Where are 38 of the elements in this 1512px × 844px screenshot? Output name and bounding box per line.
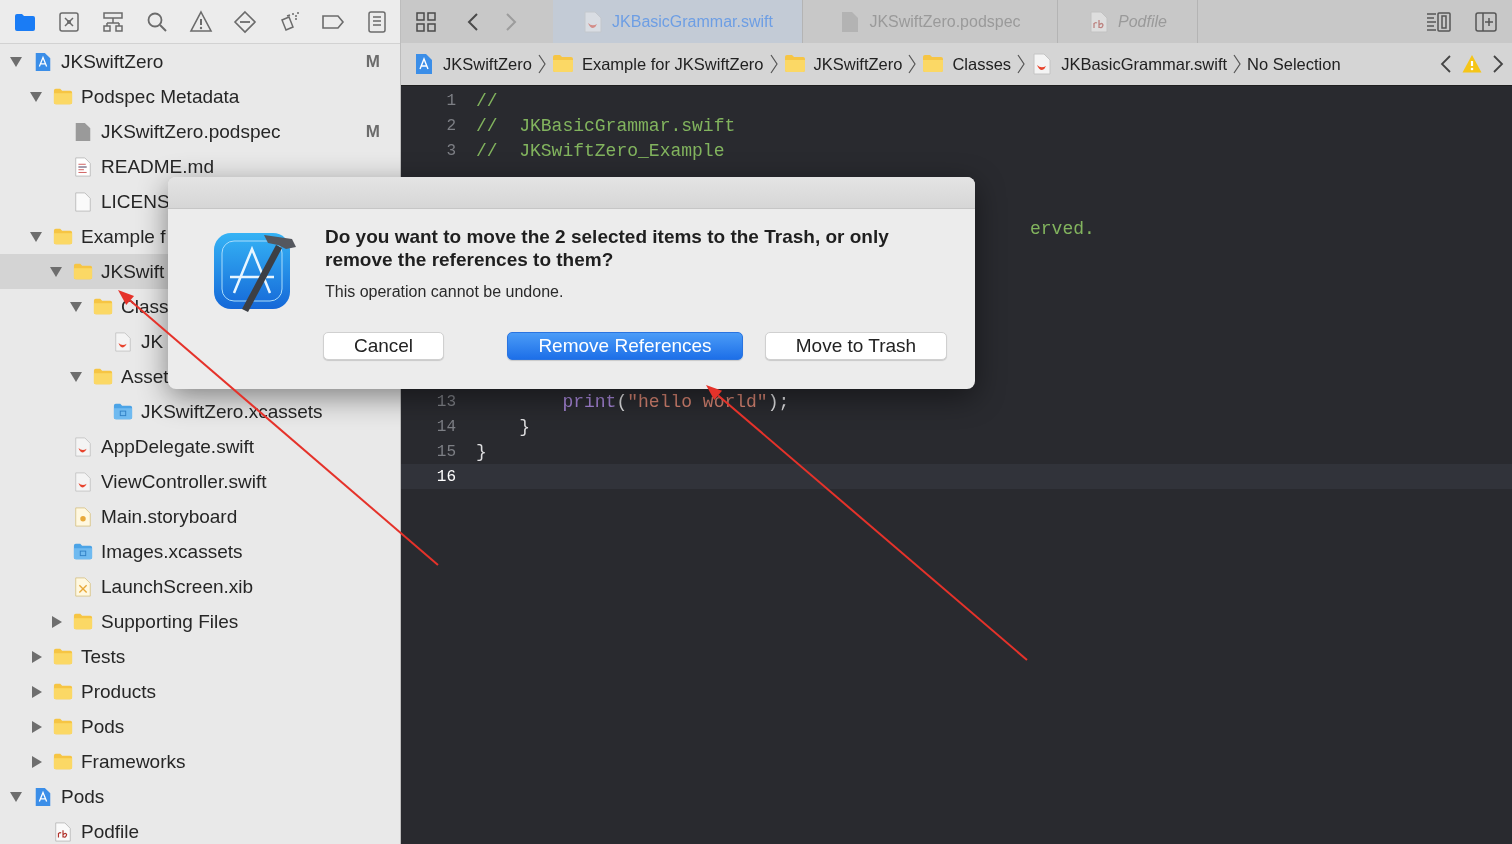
- item-label: Pods: [81, 715, 125, 738]
- line-number: 16: [435, 467, 456, 486]
- code-line: //: [476, 90, 498, 111]
- item-label: Pods: [61, 785, 105, 808]
- item-label: AppDelegate.swift: [101, 435, 255, 458]
- line-number: 1: [445, 91, 456, 110]
- line-number: 15: [435, 442, 456, 461]
- item-label: JKSwiftZero: [61, 50, 164, 73]
- item-label: Images.xcassets: [101, 540, 243, 563]
- line-number: 13: [435, 392, 456, 411]
- item-label: Supporting Files: [101, 610, 239, 633]
- item-label: README.md: [101, 155, 214, 178]
- dialog-title: Do you want to move the 2 selected items to the Trash, or only remove the references to them?: [325, 225, 890, 271]
- status-label: M: [365, 121, 380, 142]
- item-label: Frameworks: [81, 750, 186, 773]
- item-label: JK: [141, 330, 164, 353]
- code-line: erved.: [1030, 218, 1095, 239]
- status-label: M: [365, 51, 380, 72]
- item-label: Products: [81, 680, 156, 703]
- code-line: // JKBasicGrammar.swift: [476, 115, 736, 136]
- line-number: 2: [445, 116, 456, 135]
- item-label: LICENS: [101, 190, 170, 213]
- item-label: JKSwiftZero.podspec: [101, 120, 281, 143]
- item-label: Podfile: [81, 820, 140, 843]
- item-label: LaunchScreen.xib: [101, 575, 254, 598]
- item-label: Podspec Metadata: [81, 85, 240, 108]
- code-line: }: [476, 441, 487, 462]
- dialog-message: This operation cannot be undone.: [325, 283, 565, 301]
- item-label: JKSwift: [101, 260, 165, 283]
- item-label: ViewController.swift: [101, 470, 267, 493]
- item-label: Example f: [81, 225, 166, 248]
- code-line: }: [518, 416, 530, 437]
- item-label: Main.storyboard: [101, 505, 238, 528]
- item-label: Tests: [81, 645, 126, 668]
- line-number: 3: [445, 141, 456, 160]
- line-number: 14: [435, 417, 456, 436]
- item-label: Asset: [121, 365, 169, 388]
- code-line: // JKSwiftZero_Example: [476, 140, 725, 161]
